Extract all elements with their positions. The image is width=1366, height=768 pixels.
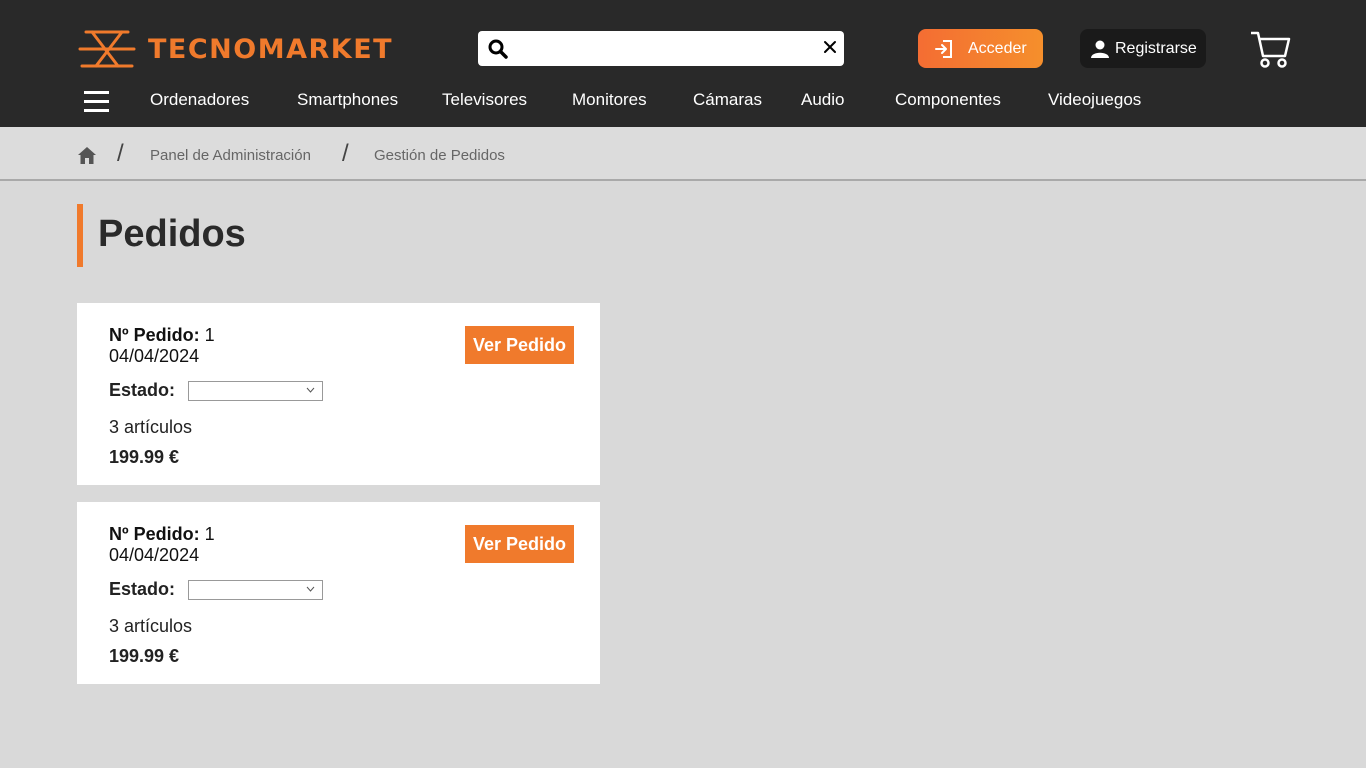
user-icon [1091,40,1109,58]
status-label: Estado: [109,579,176,599]
order-total: 199.99 € [109,646,180,666]
breadcrumb-separator: / [342,140,349,167]
status-select[interactable] [188,381,323,401]
nav-item-componentes[interactable]: Componentes [895,90,1001,110]
order-date: 04/04/2024 [109,346,200,366]
login-button[interactable]: Acceder [918,29,1043,68]
search-input[interactable] [516,37,806,61]
chevron-down-icon [306,586,315,592]
order-card: Nº Pedido: 1 04/04/2024 Estado: 3 artícu… [77,502,600,684]
view-order-button[interactable]: Ver Pedido [465,326,574,364]
logo-icon [78,30,136,68]
order-items-count: 3 artículos [109,417,193,437]
search-icon[interactable] [488,39,508,59]
order-number-value: 1 [204,325,215,345]
close-icon[interactable] [823,40,837,54]
home-icon[interactable] [77,146,97,165]
nav-item-audio[interactable]: Audio [801,90,844,110]
breadcrumb-admin-panel[interactable]: Panel de Administración [150,147,311,164]
nav-item-camaras[interactable]: Cámaras [693,90,762,110]
order-number-label: Nº Pedido: [109,325,200,345]
order-number-label: Nº Pedido: [109,524,200,544]
order-date: 04/04/2024 [109,545,200,565]
order-items-count: 3 artículos [109,616,193,636]
cart-icon[interactable] [1249,30,1291,68]
login-label: Acceder [968,39,1027,57]
order-number: Nº Pedido: 1 [109,524,215,545]
view-order-button[interactable]: Ver Pedido [465,525,574,563]
site-header: TECNOMARKET Acceder Registrarse Ordenado… [0,0,1366,127]
status-label: Estado: [109,380,176,400]
login-icon [935,39,952,58]
register-button[interactable]: Registrarse [1080,29,1206,68]
nav-item-ordenadores[interactable]: Ordenadores [150,90,249,110]
status-select[interactable] [188,580,323,600]
breadcrumb: / Panel de Administración / Gestión de P… [0,127,1366,181]
logo-text: TECNOMARKET [148,33,394,65]
order-number-value: 1 [204,524,215,544]
logo[interactable]: TECNOMARKET [78,28,393,70]
nav-item-monitores[interactable]: Monitores [572,90,647,110]
title-accent-bar [77,204,83,267]
page-title: Pedidos [98,213,246,255]
breadcrumb-orders[interactable]: Gestión de Pedidos [374,147,505,164]
nav-item-videojuegos[interactable]: Videojuegos [1048,90,1141,110]
breadcrumb-separator: / [117,140,124,167]
order-total: 199.99 € [109,447,180,467]
register-label: Registrarse [1115,39,1197,57]
order-number: Nº Pedido: 1 [109,325,215,346]
nav-item-televisores[interactable]: Televisores [442,90,527,110]
chevron-down-icon [306,387,315,393]
order-card: Nº Pedido: 1 04/04/2024 Estado: 3 artícu… [77,303,600,485]
search-bar [478,31,844,66]
menu-icon[interactable] [84,89,109,113]
nav-item-smartphones[interactable]: Smartphones [297,90,398,110]
